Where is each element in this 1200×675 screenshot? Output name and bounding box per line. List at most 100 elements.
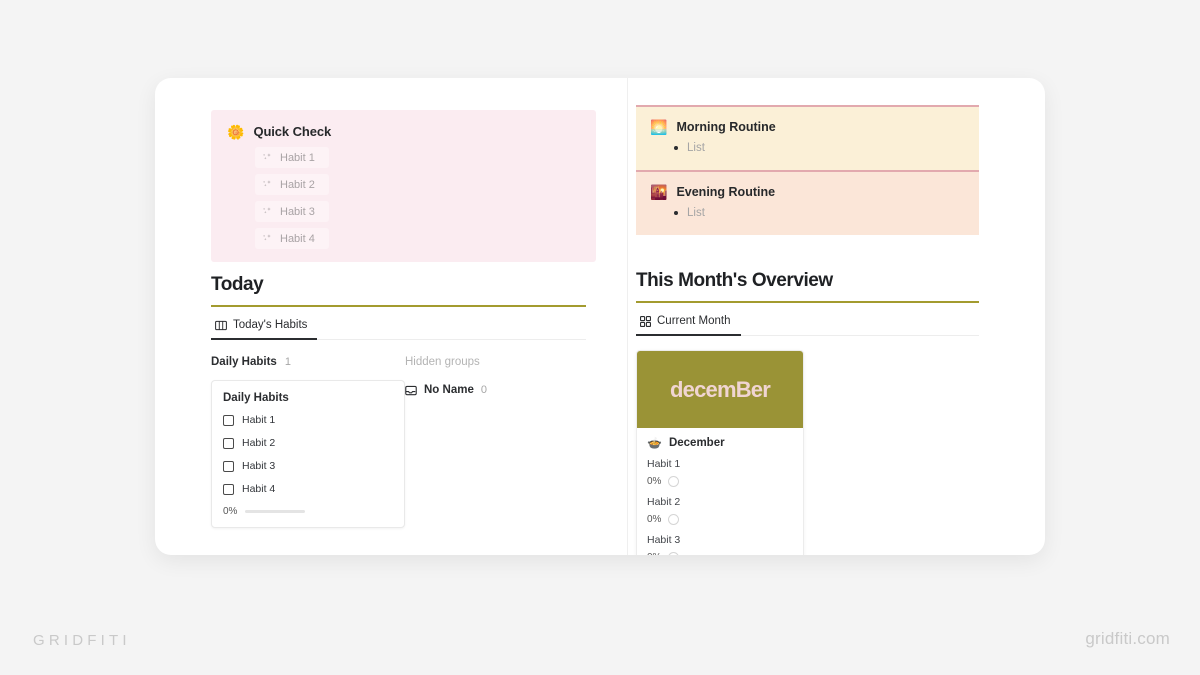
inbox-icon xyxy=(405,385,417,395)
quick-check-item[interactable]: Habit 1 xyxy=(255,147,329,168)
board-icon xyxy=(215,320,227,330)
brand-wordmark: GRIDFITI xyxy=(33,632,131,649)
list-item-label: List xyxy=(687,207,705,219)
month-habit-progress: 0% xyxy=(647,552,793,555)
habit-row[interactable]: Habit 2 xyxy=(223,437,393,449)
quick-check-list: Habit 1 Habit 2 Habit 3 Habit 4 xyxy=(227,147,580,249)
evening-routine-header: 🌇 Evening Routine xyxy=(650,185,965,199)
habit-label: Habit 1 xyxy=(242,414,276,426)
quick-check-item[interactable]: Habit 2 xyxy=(255,174,329,195)
habit-row[interactable]: Habit 4 xyxy=(223,483,393,495)
gallery-icon xyxy=(640,315,651,327)
quick-check-title: Quick Check xyxy=(253,124,332,139)
hidden-group-count: 0 xyxy=(480,384,487,396)
habit-label: Habit 3 xyxy=(242,460,276,472)
progress-label: 0% xyxy=(647,552,661,555)
page-title-today: Today xyxy=(211,274,264,295)
habit-checkbox[interactable] xyxy=(223,414,234,426)
evening-routine-block: 🌇 Evening Routine List xyxy=(636,172,979,235)
bullet-icon xyxy=(674,146,678,150)
today-tabbar: Today's Habits xyxy=(211,314,586,340)
habit-checkbox[interactable] xyxy=(223,483,234,495)
progress-ring xyxy=(668,514,680,525)
evening-routine-title: Evening Routine xyxy=(676,185,776,199)
progress-label: 0% xyxy=(647,476,662,487)
bowl-icon: 🍲 xyxy=(647,436,662,450)
quick-check-block: 🌼 Quick Check Habit 1 Habit 2 Habit 3 Ha… xyxy=(211,110,596,262)
month-cover-text: decemBer xyxy=(670,376,771,402)
sparkles-icon xyxy=(263,153,271,160)
month-cover-image: decemBer xyxy=(637,351,803,428)
board-hidden-groups: Hidden groups No Name 0 xyxy=(405,356,586,528)
app-window: 🌼 Quick Check Habit 1 Habit 2 Habit 3 Ha… xyxy=(155,78,1045,555)
tab-label: Current Month xyxy=(657,315,731,327)
month-habit-progress: 0% xyxy=(647,514,793,525)
tab-label: Today's Habits xyxy=(233,319,308,331)
right-column: 🌅 Morning Routine List 🌇 Evening Routine xyxy=(627,78,1045,555)
morning-routine-title: Morning Routine xyxy=(676,120,776,134)
page-title-overview: This Month's Overview xyxy=(636,270,833,291)
list-item-label: List xyxy=(687,142,705,154)
progress-bar xyxy=(245,510,306,513)
morning-routine-list-item[interactable]: List xyxy=(650,142,965,154)
page-root: 🌼 Quick Check Habit 1 Habit 2 Habit 3 Ha… xyxy=(0,0,1200,675)
routines-block: 🌅 Morning Routine List 🌇 Evening Routine xyxy=(636,105,979,235)
progress-ring xyxy=(668,552,680,555)
sparkles-icon xyxy=(263,207,271,214)
left-column: 🌼 Quick Check Habit 1 Habit 2 Habit 3 Ha… xyxy=(155,78,627,555)
blossom-icon: 🌼 xyxy=(227,123,245,140)
progress-label: 0% xyxy=(647,514,662,525)
month-card-body: 🍲 December Habit 1 0% Habit 2 0% Habit 3 xyxy=(637,428,803,555)
board-group-daily-habits: Daily Habits 1 Daily Habits Habit 1 Habi… xyxy=(211,356,405,528)
tab-current-month[interactable]: Current Month xyxy=(636,310,741,336)
habit-checkbox[interactable] xyxy=(223,437,234,449)
month-card[interactable]: decemBer 🍲 December Habit 1 0% Habit 2 0… xyxy=(636,350,804,555)
tabbar-filler xyxy=(317,314,586,340)
morning-routine-block: 🌅 Morning Routine List xyxy=(636,107,979,170)
quick-check-header: 🌼 Quick Check xyxy=(227,124,580,139)
hidden-group-row[interactable]: No Name 0 xyxy=(405,384,586,396)
habit-label: Habit 4 xyxy=(242,483,276,495)
habit-row[interactable]: Habit 3 xyxy=(223,460,393,472)
overview-section: This Month's Overview Current Month dece… xyxy=(636,270,979,555)
habit-progress: 0% xyxy=(223,506,393,517)
brand-url: gridfiti.com xyxy=(1085,629,1170,648)
tab-todays-habits[interactable]: Today's Habits xyxy=(211,314,318,340)
progress-ring xyxy=(668,476,680,487)
habit-card[interactable]: Daily Habits Habit 1 Habit 2 Habit 3 Hab… xyxy=(211,380,405,528)
hidden-group-name: No Name xyxy=(424,384,474,396)
two-column-layout: 🌼 Quick Check Habit 1 Habit 2 Habit 3 Ha… xyxy=(155,78,1045,555)
tabbar-filler xyxy=(740,310,979,336)
morning-routine-header: 🌅 Morning Routine xyxy=(650,120,965,134)
sparkles-icon xyxy=(263,180,271,187)
month-habit-label: Habit 3 xyxy=(647,534,681,546)
group-header[interactable]: Daily Habits 1 xyxy=(211,356,405,368)
sparkles-icon xyxy=(263,234,271,241)
today-divider xyxy=(211,305,586,307)
evening-routine-list-item[interactable]: List xyxy=(650,207,965,219)
today-board: Daily Habits 1 Daily Habits Habit 1 Habi… xyxy=(211,356,586,528)
quick-check-item-label: Habit 3 xyxy=(280,205,315,218)
hidden-groups-title: Hidden groups xyxy=(405,356,480,368)
month-habit-label: Habit 1 xyxy=(647,458,681,470)
quick-check-item-label: Habit 4 xyxy=(280,232,315,245)
habit-checkbox[interactable] xyxy=(223,460,234,472)
quick-check-item[interactable]: Habit 4 xyxy=(255,228,329,249)
overview-tabbar: Current Month xyxy=(636,310,979,336)
group-count: 1 xyxy=(284,356,291,368)
month-card-header: 🍲 December xyxy=(647,437,793,449)
habit-label: Habit 2 xyxy=(242,437,276,449)
quick-check-item-label: Habit 1 xyxy=(280,151,315,164)
sunset-icon: 🌇 xyxy=(650,184,668,200)
progress-label: 0% xyxy=(223,506,238,517)
sunrise-icon: 🌅 xyxy=(650,119,668,135)
quick-check-item-label: Habit 2 xyxy=(280,178,315,191)
habit-row[interactable]: Habit 1 xyxy=(223,414,393,426)
today-section: Today Today's Habits Daily Habits 1 Dail… xyxy=(211,274,586,528)
habit-card-title: Daily Habits xyxy=(223,392,289,404)
overview-divider xyxy=(636,301,979,303)
quick-check-item[interactable]: Habit 3 xyxy=(255,201,329,222)
month-habit-label: Habit 2 xyxy=(647,496,681,508)
bullet-icon xyxy=(674,211,678,215)
month-habit-progress: 0% xyxy=(647,476,793,487)
